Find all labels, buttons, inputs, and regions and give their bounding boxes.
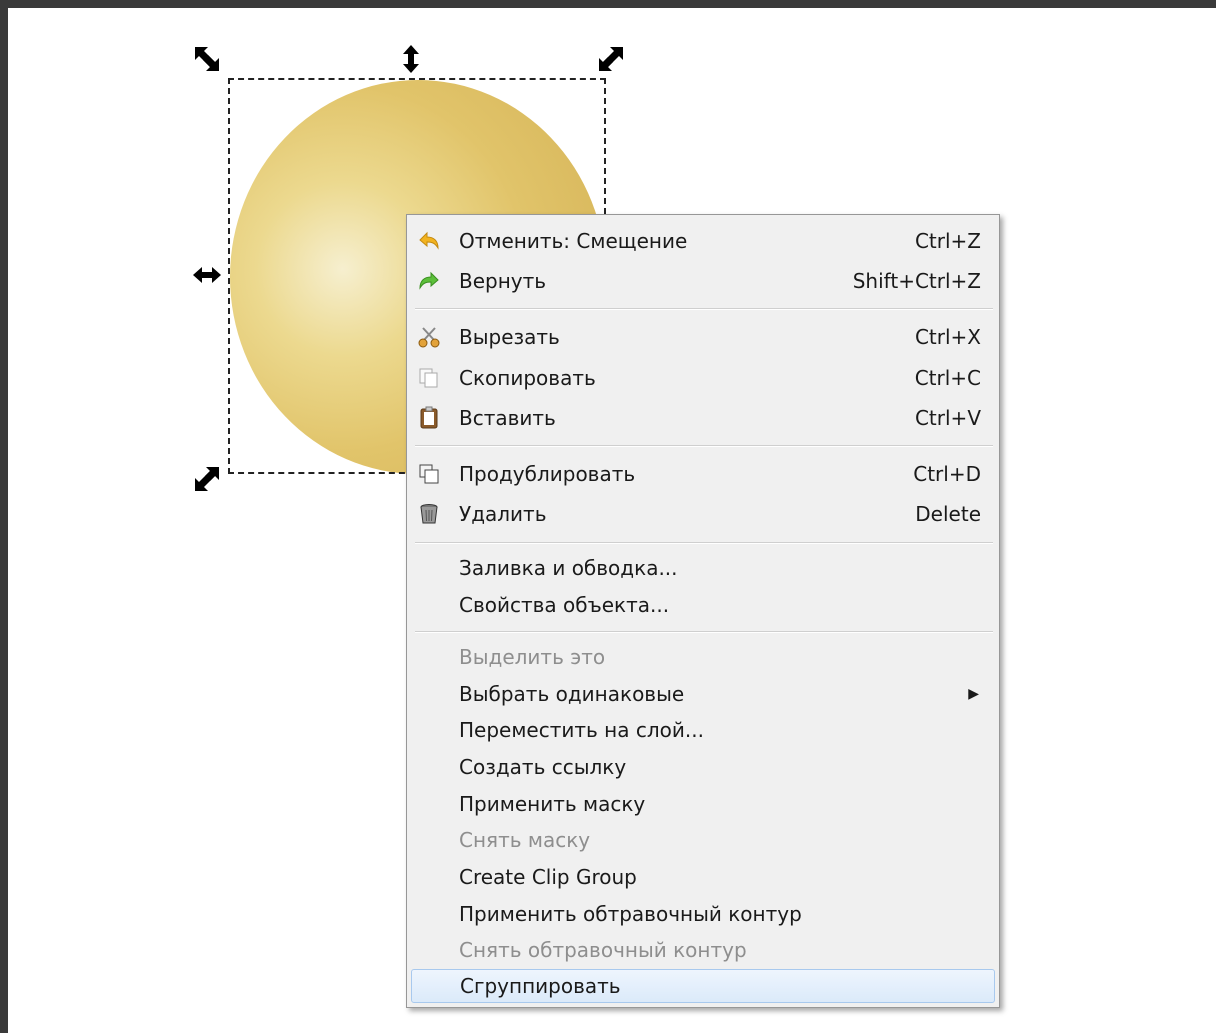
resize-handle-left-icon[interactable] [192,260,222,290]
context-menu: Отменить: Смещение Ctrl+Z Вернуть Shift+… [406,214,1000,1008]
menu-item-remove-mask[interactable]: Снять маску [411,823,995,857]
copy-icon [417,366,441,390]
menu-item-select-same[interactable]: Выбрать одинаковые ▶ [411,677,995,711]
menu-item-label: Свойства объекта... [459,593,670,617]
resize-handle-top-icon[interactable] [396,44,426,74]
menu-item-cut[interactable]: Вырезать Ctrl+X [411,320,995,354]
menu-item-label: Create Clip Group [459,865,637,889]
menu-item-create-link[interactable]: Создать ссылку [411,750,995,784]
menu-item-label: Снять маску [459,828,591,852]
cut-icon [417,325,441,349]
menu-item-copy[interactable]: Скопировать Ctrl+C [411,361,995,395]
resize-handle-bottom-left-icon[interactable] [192,464,222,494]
menu-separator [415,542,993,544]
menu-item-move-to-layer[interactable]: Переместить на слой... [411,713,995,747]
menu-item-label: Применить маску [459,792,646,816]
menu-item-object-properties[interactable]: Свойства объекта... [411,588,995,622]
menu-item-select-this[interactable]: Выделить это [411,640,995,674]
menu-item-label: Вернуть [459,269,547,293]
menu-item-label: Создать ссылку [459,755,627,779]
delete-icon [417,502,441,526]
menu-item-label: Снять обтравочный контур [459,938,747,962]
menu-item-undo[interactable]: Отменить: Смещение Ctrl+Z [411,224,995,258]
menu-item-paste[interactable]: Вставить Ctrl+V [411,401,995,435]
menu-item-label: Сгруппировать [460,974,621,998]
resize-handle-top-right-icon[interactable] [596,44,626,74]
redo-icon [417,269,441,293]
menu-item-label: Заливка и обводка... [459,556,678,580]
menu-item-shortcut: Delete [915,502,981,526]
menu-item-label: Вырезать [459,325,560,349]
menu-item-remove-clip[interactable]: Снять обтравочный контур [411,933,995,967]
menu-item-shortcut: Ctrl+V [914,406,981,430]
menu-item-label: Переместить на слой... [459,718,704,742]
menu-item-apply-clip[interactable]: Применить обтравочный контур [411,897,995,931]
menu-item-label: Выбрать одинаковые [459,682,685,706]
submenu-arrow-icon: ▶ [968,686,979,702]
menu-item-fill-and-stroke[interactable]: Заливка и обводка... [411,551,995,585]
menu-item-apply-mask[interactable]: Применить маску [411,787,995,821]
menu-item-group[interactable]: Сгруппировать [411,969,995,1003]
menu-item-duplicate[interactable]: Продублировать Ctrl+D [411,457,995,491]
menu-item-shortcut: Ctrl+D [913,462,981,486]
menu-item-label: Скопировать [459,366,596,390]
menu-item-label: Выделить это [459,645,606,669]
menu-item-label: Удалить [459,502,547,526]
drawing-canvas[interactable]: Отменить: Смещение Ctrl+Z Вернуть Shift+… [8,8,1216,1033]
menu-item-label: Вставить [459,406,556,430]
menu-item-create-clip-group[interactable]: Create Clip Group [411,860,995,894]
menu-item-shortcut: Ctrl+X [914,325,981,349]
menu-item-redo[interactable]: Вернуть Shift+Ctrl+Z [411,264,995,298]
paste-icon [417,406,441,430]
menu-separator [415,445,993,447]
menu-item-shortcut: Ctrl+C [914,366,981,390]
menu-separator [415,631,993,633]
menu-item-shortcut: Ctrl+Z [914,229,981,253]
undo-icon [417,229,441,253]
menu-item-label: Применить обтравочный контур [459,902,802,926]
menu-item-label: Продублировать [459,462,636,486]
resize-handle-top-left-icon[interactable] [192,44,222,74]
duplicate-icon [417,462,441,486]
menu-item-shortcut: Shift+Ctrl+Z [852,269,981,293]
menu-item-delete[interactable]: Удалить Delete [411,497,995,531]
menu-separator [415,308,993,310]
menu-item-label: Отменить: Смещение [459,229,688,253]
